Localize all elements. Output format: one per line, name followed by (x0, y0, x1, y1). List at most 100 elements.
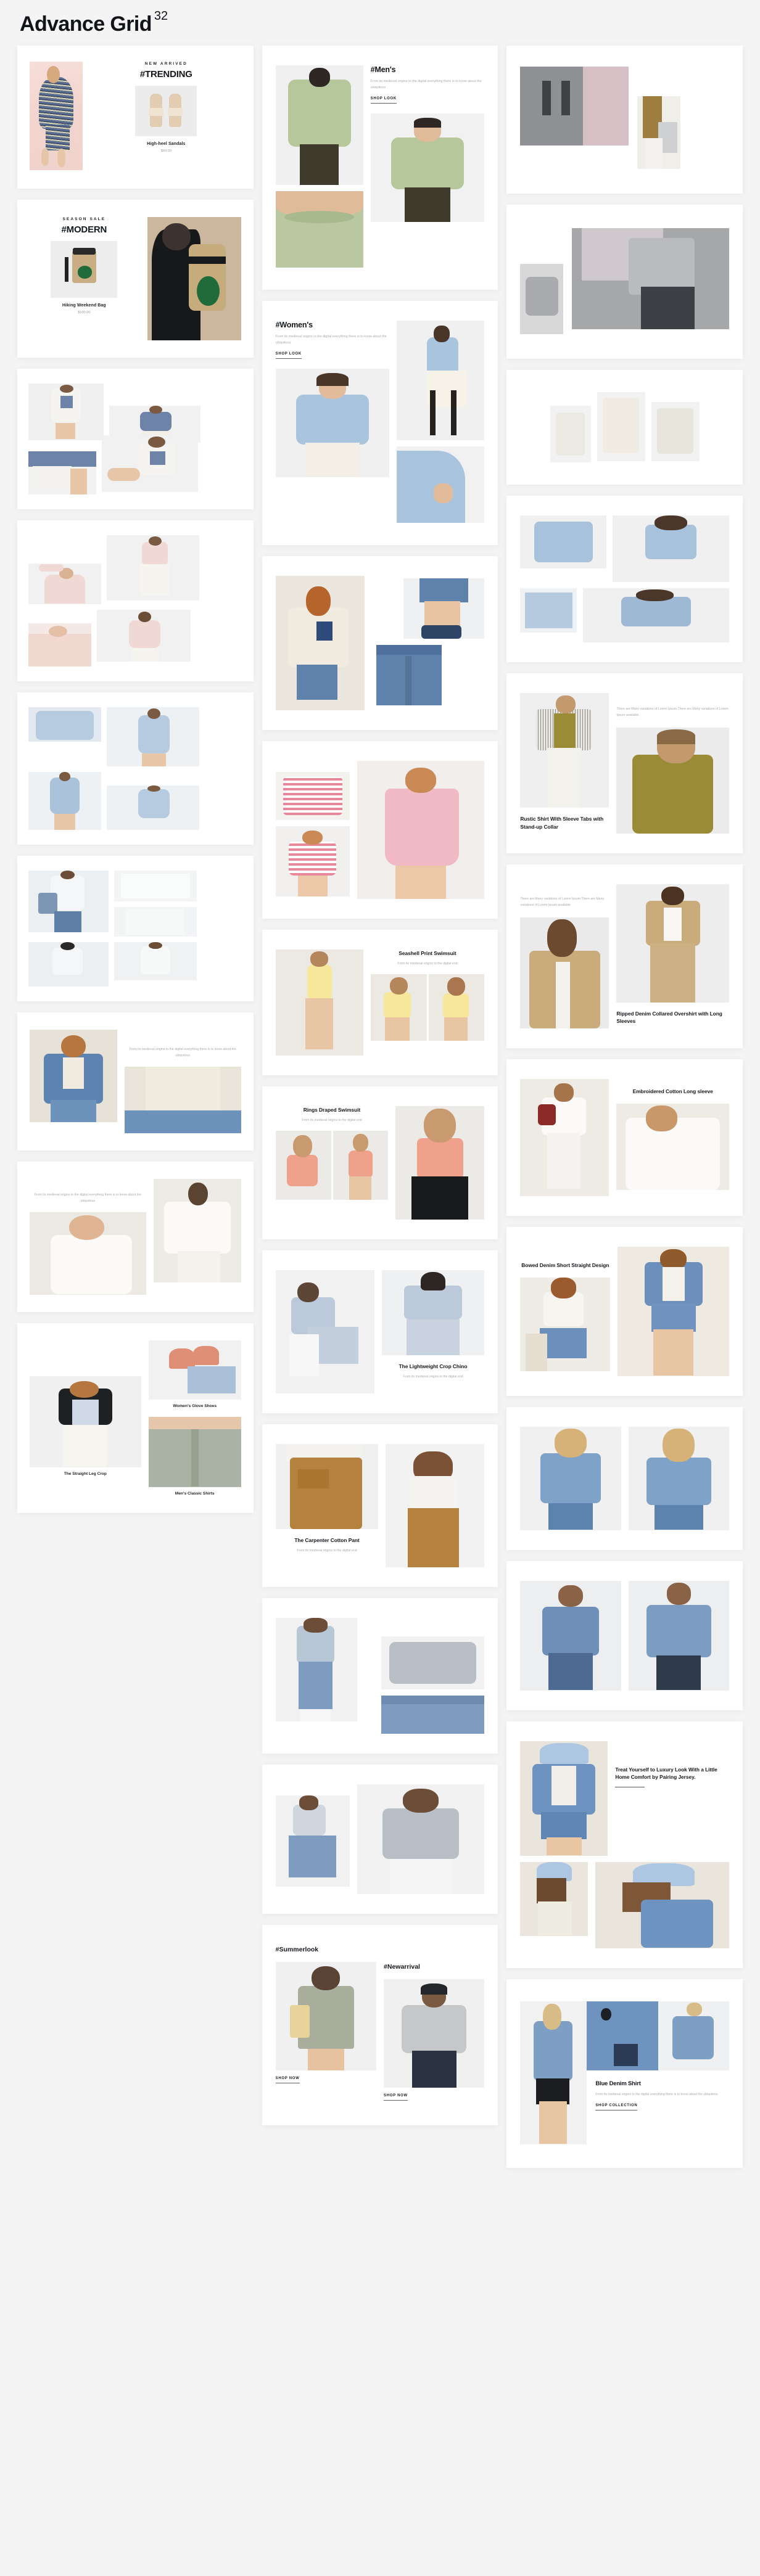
card-modern[interactable]: SEASON SALE #MODERN Hiking Weekend Bag $… (17, 200, 254, 358)
photo-white-shirt-detail (114, 871, 197, 901)
blue-denim-title: Blue Denim Shirt (595, 2080, 641, 2087)
photo-denim-waistband (376, 645, 442, 705)
photo-crop-chino-standing (381, 1270, 485, 1355)
page-title: Advance Grid (20, 12, 152, 36)
photo-mens-classic-shirts (148, 1416, 241, 1487)
womens-body-text: From its medieval origins to the digital… (275, 335, 387, 345)
photo-bowed-standing (618, 1246, 730, 1376)
card-bowed-denim-short[interactable]: Bowed Denim Short Straight Design (506, 1226, 743, 1396)
mens-shop-look-link[interactable]: SHOP LOOK (370, 97, 397, 104)
treat-luxury-title: Treat Yourself to Luxury Look With a Lit… (615, 1766, 717, 1781)
card-white-blouse-text[interactable]: From its medieval origins to the digital… (17, 1161, 254, 1312)
card-pink-sweater-collage[interactable] (17, 520, 254, 681)
photo-carpenter-detail (275, 1444, 379, 1529)
card-three-shirts[interactable] (506, 370, 743, 485)
photo-white-shirt-back (28, 942, 109, 987)
photo-white-blouse-back (153, 1178, 241, 1282)
card-grey-bag-collage-a[interactable] (506, 46, 743, 194)
card-summerlook-newarrival[interactable]: #Summerlook SHOP NOW #Newarrival SHOP NO… (262, 1925, 498, 2125)
card-seashell-swimsuit[interactable]: Seashell Print Swimsuit From its medieva… (262, 930, 498, 1075)
page-header: Advance Grid 32 (0, 0, 760, 46)
photo-mens-collar-detail (275, 191, 363, 268)
photo-ripped-overshirt-full (616, 884, 730, 1003)
card-blue-denim-shirt[interactable]: Blue Denim Shirt From its medieval origi… (506, 1979, 743, 2168)
photo-luxury-back (520, 1861, 589, 1936)
card-white-denim-collage[interactable] (17, 369, 254, 509)
ripped-overshirt-title: Ripped Denim Collared Overshirt with Lon… (616, 1010, 722, 1025)
photo-denim-model-b (613, 515, 730, 582)
card-pink-kids-collage[interactable] (262, 741, 498, 919)
photo-pink-sweater-arm-up (28, 564, 101, 604)
photo-seashell-front (370, 974, 427, 1041)
photo-bag-carried (572, 228, 730, 329)
card-treat-luxury[interactable]: Treat Yourself to Luxury Look With a Lit… (506, 1721, 743, 1968)
card-carpenter-pant[interactable]: The Carpenter Cotton Pant From its medie… (262, 1424, 498, 1587)
photo-crop-chino-seated (275, 1270, 374, 1393)
photo-carpenter-model (386, 1444, 485, 1567)
grid-column-3: Rustic Shirt With Sleeve Tabs with Stand… (506, 46, 743, 2168)
photo-shirt-left (550, 406, 591, 462)
card-embroidered-long-sleeve[interactable]: Embroidered Cotton Long sleeve (506, 1059, 743, 1216)
card-crop-chino[interactable]: The Lightweight Crop Chino From its medi… (262, 1250, 498, 1413)
photo-man-with-backpack (147, 217, 241, 340)
card-grey-bag-collage-b[interactable] (506, 205, 743, 359)
card-womens[interactable]: #Women's From its medieval origins to th… (262, 301, 498, 545)
caption-womens-glove-shoes: Women's Glove Shoes (173, 1403, 217, 1408)
card-trending[interactable]: NEW ARRIVED #TRENDING High-heel Sandals … (17, 46, 254, 189)
womens-shop-look-link[interactable]: SHOP LOOK (275, 352, 302, 359)
photo-striped-kid-model (275, 826, 350, 896)
photo-grey-sweater-model (357, 1784, 485, 1894)
photo-crochet-top-detail (125, 1066, 241, 1133)
photo-white-jacket-model (28, 384, 104, 440)
photo-blue-denim-model-front (520, 2001, 587, 2144)
photo-white-shirt-sleeve (114, 907, 197, 937)
card-blue-dress-collage[interactable] (17, 692, 254, 845)
card-white-shirt-collage[interactable] (17, 856, 254, 1001)
photo-kid-sweatshirt (275, 576, 365, 710)
card-men-denim-pair[interactable] (506, 1561, 743, 1710)
photo-denim-button-detail (587, 2001, 658, 2070)
summerlook-shop-now-link[interactable]: SHOP NOW (275, 2077, 300, 2083)
card-ripped-overshirt[interactable]: There are Many variations of Lorem Ipsum… (506, 864, 743, 1048)
photo-shirt-center (597, 392, 645, 461)
grid-column-2: #Men's From its medieval origins to the … (262, 46, 498, 2125)
photo-blue-dress-detail (28, 707, 101, 742)
treat-luxury-rule (615, 1786, 645, 1788)
photo-blue-dress-model-c (107, 786, 199, 830)
photo-pink-dress-model (357, 761, 485, 899)
crop-chino-body-text: From its medieval origins to the digital… (403, 1374, 463, 1379)
photo-denim-woman-b (628, 1426, 730, 1530)
photo-denim-detail-c (520, 588, 577, 633)
photo-rings-hero (395, 1106, 485, 1220)
modern-product-price: $100.00 (78, 311, 91, 314)
caption-mens-classic-shirts: Men's Classic Shirts (175, 1491, 215, 1496)
photo-womens-sweater-stool (397, 321, 485, 440)
photo-pink-sweater-back (97, 610, 191, 662)
photo-shirt-right (651, 402, 700, 461)
photo-mens-sweatshirt-front (370, 113, 485, 222)
card-bottom-trio[interactable]: The Straight Leg Crop Women's Glove Shoe… (17, 1323, 254, 1513)
photo-grey-sweater-detail (381, 1636, 485, 1689)
photo-blue-dress-model-b (28, 772, 101, 830)
card-rustic-shirt[interactable]: Rustic Shirt With Sleeve Tabs with Stand… (506, 673, 743, 853)
page-title-superscript: 32 (154, 9, 168, 23)
newarrival-shop-now-link[interactable]: SHOP NOW (384, 2094, 408, 2101)
rustic-shirt-title: Rustic Shirt With Sleeve Tabs with Stand… (520, 816, 604, 830)
modern-eyebrow: SEASON SALE (62, 217, 106, 221)
card-denim-jacket-text[interactable]: From its medieval origins to the digital… (17, 1012, 254, 1151)
card-jeans-pair-collage[interactable] (262, 1765, 498, 1914)
photo-pink-sweater-full (107, 535, 199, 601)
card-mens[interactable]: #Men's From its medieval origins to the … (262, 46, 498, 290)
photo-mens-sweatshirt-back (275, 65, 363, 185)
card-denim-jacket-trio[interactable] (506, 496, 743, 662)
blue-denim-shop-collection-link[interactable]: SHOP COLLECTION (595, 2104, 638, 2111)
photo-white-shirt-model-b (114, 942, 197, 980)
card-denim-shirt-women-pair[interactable] (506, 1406, 743, 1550)
grid-column-1: NEW ARRIVED #TRENDING High-heel Sandals … (17, 46, 254, 1513)
card-jeans-sweater-collage[interactable] (262, 1598, 498, 1754)
card-rings-swimsuit[interactable]: Rings Draped Swimsuit From its medieval … (262, 1086, 498, 1239)
summerlook-title: #Summerlook (275, 1946, 319, 1953)
card-kids-denim-collage[interactable] (262, 556, 498, 730)
photo-bowed-seated (520, 1278, 611, 1372)
photo-bag-with-model (637, 96, 681, 169)
